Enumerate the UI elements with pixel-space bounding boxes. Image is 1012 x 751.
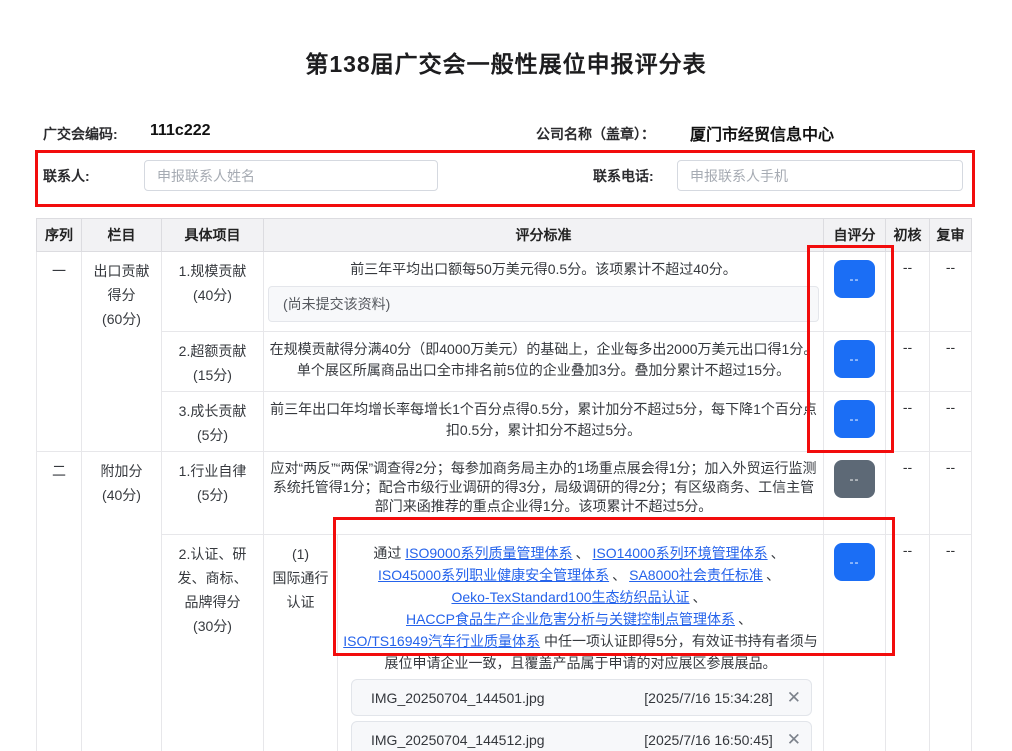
sub-item-cell: (1) 国际通行 认证: [264, 535, 338, 751]
company-name-value: 厦门市经贸信息中心: [690, 121, 834, 145]
remove-file-icon[interactable]: ✕: [787, 731, 801, 748]
initial-check-value: --: [886, 252, 930, 332]
company-name-label: 公司名称（盖章）：: [536, 124, 655, 144]
header-category: 栏目: [82, 219, 162, 252]
file-timestamp: [2025/7/16 16:50:45]: [644, 732, 772, 748]
table-row: 一 出口贡献 得分 (60分) 1.规模贡献 (40分) 前三年平均出口额每50…: [37, 252, 972, 332]
cert-separator: 、: [738, 611, 752, 627]
table-row: 2.认证、研 发、商标、 品牌得分 (30分) (1) 国际通行 认证 通过 I…: [37, 535, 972, 751]
criteria-cell: 前三年平均出口额每50万美元得0.5分。该项累计不超过40分。 (尚未提交该资料…: [264, 252, 824, 332]
self-score-cell: --: [824, 332, 886, 392]
self-score-cell: --: [824, 392, 886, 452]
uploaded-file-item: IMG_20250704_144512.jpg [2025/7/16 16:50…: [351, 721, 812, 751]
category-cell: 附加分 (40分): [82, 452, 162, 751]
criteria-text: 前三年平均出口额每50万美元得0.5分。该项累计不超过40分。: [268, 259, 819, 280]
uploaded-file-item: IMG_20250704_144501.jpg [2025/7/16 15:34…: [351, 679, 812, 716]
file-name: IMG_20250704_144501.jpg: [371, 690, 545, 706]
fair-code-label: 广交会编码:: [43, 124, 118, 144]
self-score-cell: --: [824, 452, 886, 535]
contact-phone-input[interactable]: [677, 160, 963, 191]
self-score-button-disabled[interactable]: --: [834, 460, 875, 498]
file-name: IMG_20250704_144512.jpg: [371, 732, 545, 748]
cert-link-iso14000[interactable]: ISO14000系列环境管理体系: [593, 545, 768, 561]
page-title: 第138届广交会一般性展位申报评分表: [0, 45, 1012, 79]
initial-check-value: --: [886, 452, 930, 535]
self-score-button[interactable]: --: [834, 543, 875, 581]
item-cell: 1.行业自律 (5分): [162, 452, 264, 535]
initial-check-value: --: [886, 392, 930, 452]
header-criteria: 评分标准: [264, 219, 824, 252]
header-item: 具体项目: [162, 219, 264, 252]
initial-check-value: --: [886, 535, 930, 751]
contact-name-input[interactable]: [144, 160, 438, 191]
no-material-note: (尚未提交该资料): [268, 286, 819, 322]
item-cell: 2.认证、研 发、商标、 品牌得分 (30分): [162, 535, 264, 751]
page: 第138届广交会一般性展位申报评分表 广交会编码: 111c222 公司名称（盖…: [0, 0, 1012, 751]
item-cell: 1.规模贡献 (40分): [162, 252, 264, 332]
cert-separator: 、: [612, 567, 626, 583]
cert-link-haccp[interactable]: HACCP食品生产企业危害分析与关键控制点管理体系: [406, 611, 735, 627]
item-cell: 3.成长贡献 (5分): [162, 392, 264, 452]
table-header-row: 序列 栏目 具体项目 评分标准 自评分 初核 复审: [37, 219, 972, 252]
cert-separator: 、: [693, 589, 707, 605]
header-initial-check: 初核: [886, 219, 930, 252]
item-cell: 2.超额贡献 (15分): [162, 332, 264, 392]
category-cell: 出口贡献 得分 (60分): [82, 252, 162, 452]
cert-link-sa8000[interactable]: SA8000社会责任标准: [629, 567, 763, 583]
contact-name-label: 联系人:: [43, 166, 90, 186]
self-score-button[interactable]: --: [834, 340, 875, 378]
initial-check-value: --: [886, 332, 930, 392]
remove-file-icon[interactable]: ✕: [787, 689, 801, 706]
table-row: 二 附加分 (40分) 1.行业自律 (5分) 应对“两反”“两保”调查得2分；…: [37, 452, 972, 535]
criteria-cell: 通过 ISO9000系列质量管理体系、ISO14000系列环境管理体系、ISO4…: [338, 535, 824, 751]
cert-link-iso9000[interactable]: ISO9000系列质量管理体系: [405, 545, 572, 561]
table-row: 3.成长贡献 (5分) 前三年出口年均增长率每增长1个百分点得0.5分，累计加分…: [37, 392, 972, 452]
fair-code-value: 111c222: [150, 122, 211, 140]
cert-separator: 、: [766, 567, 780, 583]
seq-cell: 一: [37, 252, 82, 452]
review-value: --: [930, 252, 972, 332]
cert-link-iso45000[interactable]: ISO45000系列职业健康安全管理体系: [378, 567, 609, 583]
scoring-table: 序列 栏目 具体项目 评分标准 自评分 初核 复审 一 出口贡献 得分 (60分…: [36, 218, 972, 751]
review-value: --: [930, 452, 972, 535]
seq-cell: 二: [37, 452, 82, 751]
table-row: 2.超额贡献 (15分) 在规模贡献得分满40分（即4000万美元）的基础上，企…: [37, 332, 972, 392]
self-score-cell: --: [824, 252, 886, 332]
cert-link-ts16949[interactable]: ISO/TS16949汽车行业质量体系: [343, 633, 540, 649]
certification-paragraph: 通过 ISO9000系列质量管理体系、ISO14000系列环境管理体系、ISO4…: [342, 542, 819, 674]
review-value: --: [930, 332, 972, 392]
file-timestamp: [2025/7/16 15:34:28]: [644, 690, 772, 706]
criteria-cell: 应对“两反”“两保”调查得2分；每参加商务局主办的1场重点展会得1分；加入外贸运…: [264, 452, 824, 535]
criteria-cell: 在规模贡献得分满40分（即4000万美元）的基础上，企业每多出2000万美元出口…: [264, 332, 824, 392]
contact-phone-label: 联系电话:: [593, 166, 654, 186]
self-score-button[interactable]: --: [834, 400, 875, 438]
cert-separator: 、: [576, 545, 590, 561]
header-review: 复审: [930, 219, 972, 252]
cert-separator: 、: [771, 545, 785, 561]
cert-prefix: 通过: [373, 545, 405, 561]
self-score-button[interactable]: --: [834, 260, 875, 298]
criteria-cell: 前三年出口年均增长率每增长1个百分点得0.5分，累计加分不超过5分，每下降1个百…: [264, 392, 824, 452]
self-score-cell: --: [824, 535, 886, 751]
header-seq: 序列: [37, 219, 82, 252]
review-value: --: [930, 392, 972, 452]
review-value: --: [930, 535, 972, 751]
cert-link-oekotex[interactable]: Oeko-TexStandard100生态纺织品认证: [451, 589, 689, 605]
header-self-score: 自评分: [824, 219, 886, 252]
